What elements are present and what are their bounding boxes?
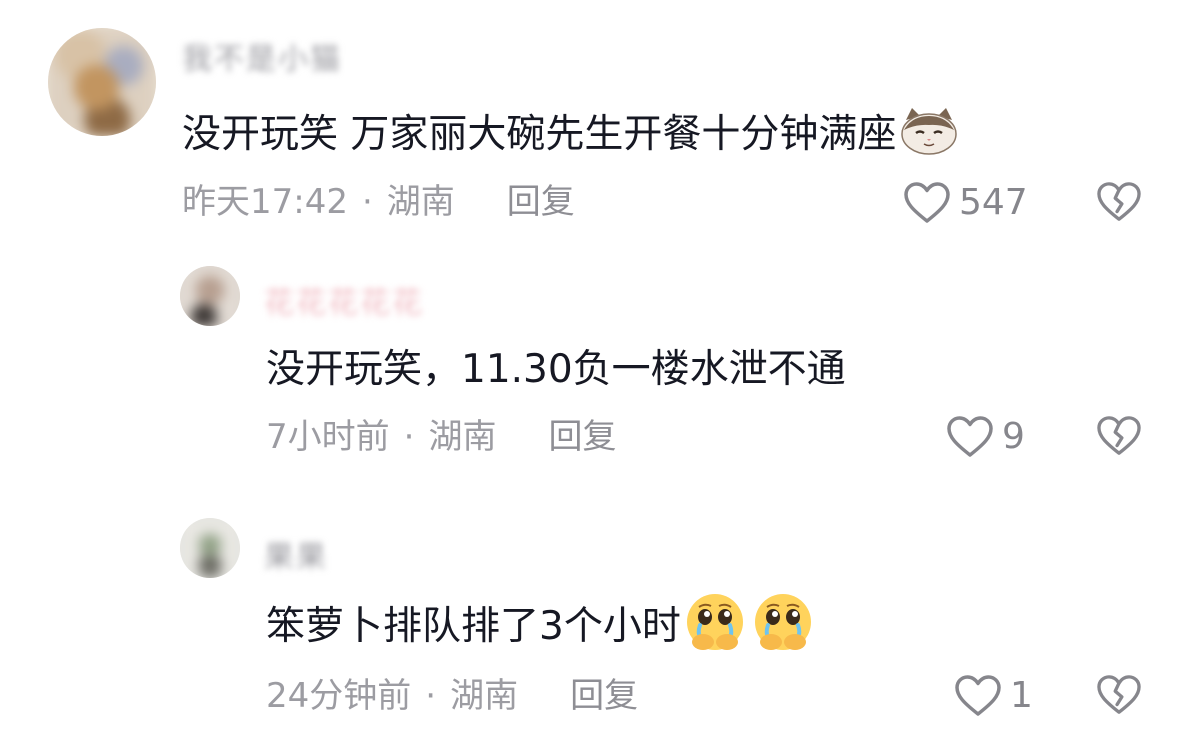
- username[interactable]: 我不是小猫: [182, 34, 342, 78]
- separator: ·: [361, 182, 373, 222]
- reply-item: 果果 笨萝卜排队排了3个小时 24分钟前 · 湖南 回复 1: [0, 490, 1200, 748]
- timestamp: 24分钟前: [266, 676, 412, 716]
- location: 湖南: [450, 676, 519, 716]
- reply-button[interactable]: 回复: [548, 420, 616, 454]
- heart-outline-icon: [903, 181, 951, 225]
- broken-heart-icon: [1096, 415, 1142, 457]
- pleading-face-emoji-icon: [683, 592, 815, 661]
- like-button[interactable]: 1: [954, 674, 1033, 718]
- username[interactable]: 花花花花花: [264, 278, 424, 322]
- avatar-image: [180, 266, 240, 326]
- broken-heart-icon: [1096, 181, 1142, 223]
- comment-meta: 24分钟前 · 湖南 回复: [266, 679, 638, 713]
- comment-meta: 7小时前 · 湖南 回复: [266, 420, 616, 454]
- comment-text-body: 没开玩笑，11.30负一楼水泄不通: [266, 347, 846, 392]
- heart-outline-icon: [946, 415, 994, 459]
- avatar-image: [48, 28, 156, 136]
- dislike-button[interactable]: [1096, 674, 1142, 716]
- comment-item: 我不是小猫 没开玩笑 万家丽大碗先生开餐十分钟满座 昨天17:42 · 湖南 回…: [0, 0, 1200, 240]
- timestamp: 昨天17:42: [182, 182, 348, 222]
- comment-text: 笨萝卜排队排了3个小时: [266, 592, 815, 661]
- like-button[interactable]: 9: [946, 415, 1025, 459]
- avatar[interactable]: [180, 518, 240, 578]
- location: 湖南: [428, 417, 497, 457]
- broken-heart-icon: [1096, 674, 1142, 716]
- avatar-image: [180, 518, 240, 578]
- comment-text: 没开玩笑，11.30负一楼水泄不通: [266, 350, 846, 389]
- like-count: 1: [1010, 675, 1033, 716]
- avatar[interactable]: [180, 266, 240, 326]
- reply-button[interactable]: 回复: [507, 185, 575, 219]
- dislike-button[interactable]: [1096, 181, 1142, 223]
- comment-meta: 昨天17:42 · 湖南 回复: [182, 185, 575, 219]
- location: 湖南: [386, 182, 455, 222]
- reply-button[interactable]: 回复: [570, 679, 638, 713]
- like-count: 9: [1002, 416, 1025, 457]
- comment-text: 没开玩笑 万家丽大碗先生开餐十分钟满座: [182, 106, 960, 163]
- separator: ·: [425, 676, 437, 716]
- dislike-button[interactable]: [1096, 415, 1142, 457]
- cat-face-emoji-icon: [898, 106, 960, 163]
- heart-outline-icon: [954, 674, 1002, 718]
- comment-text-body: 没开玩笑 万家丽大碗先生开餐十分钟满座: [182, 112, 897, 157]
- like-button[interactable]: 547: [903, 181, 1028, 225]
- username[interactable]: 果果: [264, 532, 328, 576]
- separator: ·: [403, 417, 415, 457]
- avatar[interactable]: [48, 28, 156, 136]
- timestamp: 7小时前: [266, 417, 390, 457]
- reply-item: 花花花花花 没开玩笑，11.30负一楼水泄不通 7小时前 · 湖南 回复 9: [0, 240, 1200, 490]
- like-count: 547: [959, 182, 1028, 223]
- comment-text-body: 笨萝卜排队排了3个小时: [266, 604, 681, 649]
